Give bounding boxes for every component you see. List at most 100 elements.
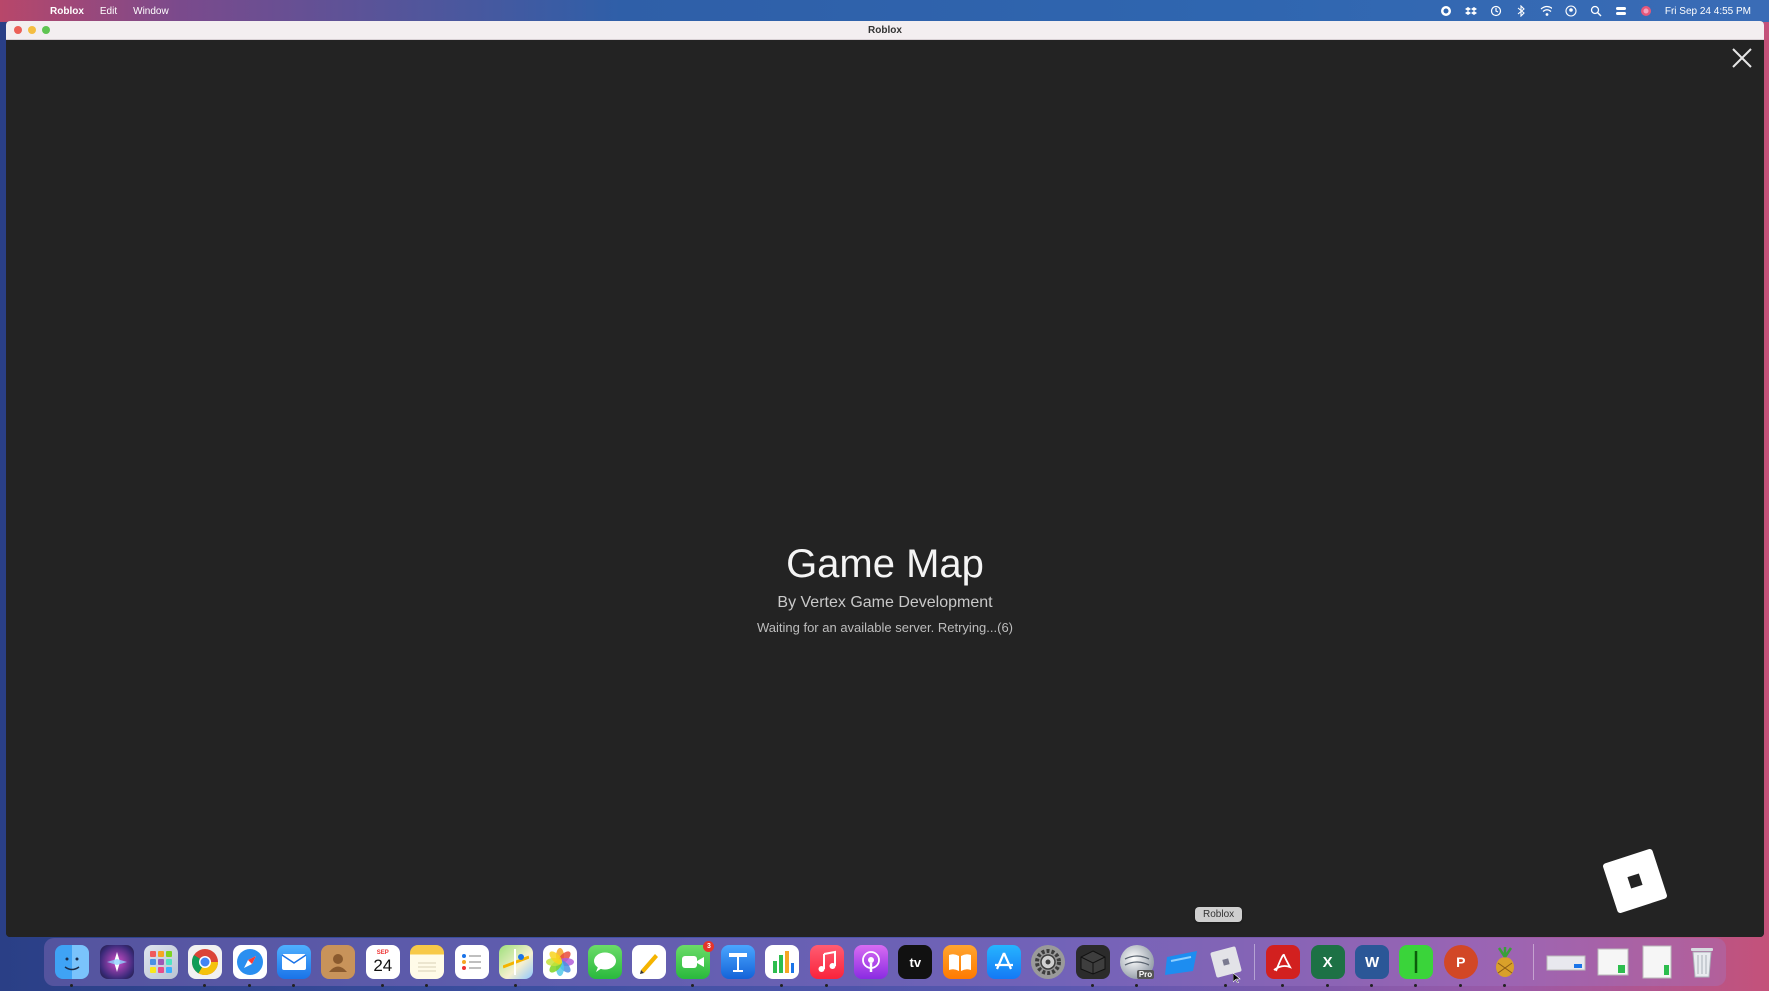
spotlight-search-icon[interactable] — [1590, 5, 1602, 17]
game-info: Game Map By Vertex Game Development Wait… — [6, 542, 1764, 635]
user-account-icon[interactable] — [1565, 5, 1577, 17]
window-minimize-button[interactable] — [28, 26, 36, 34]
pro-label: Pro — [1136, 970, 1155, 979]
time-machine-icon[interactable] — [1490, 5, 1502, 17]
dock-word[interactable]: W — [1355, 945, 1390, 987]
dock-tropical-app[interactable] — [1488, 945, 1522, 987]
music-note-icon — [818, 950, 836, 972]
roblox-logo-icon — [1599, 845, 1671, 917]
safari-icon — [236, 949, 263, 975]
acrobat-icon — [1273, 953, 1293, 972]
menu-bar-clock[interactable]: Fri Sep 24 4:55 PM — [1665, 6, 1751, 17]
dock-mail[interactable] — [277, 945, 312, 987]
contacts-icon — [329, 954, 348, 972]
dock-excel[interactable]: X — [1310, 945, 1345, 987]
powerpoint-icon: P — [1456, 954, 1466, 970]
cube-box-icon — [1080, 950, 1106, 975]
window-titlebar[interactable]: Roblox — [6, 21, 1764, 40]
podcasts-icon — [862, 951, 880, 972]
window-close-button[interactable] — [14, 26, 22, 34]
dock-music[interactable] — [809, 945, 844, 987]
roblox-studio-icon — [1164, 951, 1197, 975]
facetime-badge: 3 — [703, 941, 715, 952]
finder-icon — [64, 957, 80, 971]
dock-chrome[interactable] — [188, 945, 223, 987]
dock-script-editor[interactable] — [632, 945, 667, 979]
apple-tv-icon: tv — [909, 954, 922, 970]
control-center-icon[interactable] — [1615, 5, 1627, 17]
facetime-icon — [682, 956, 705, 968]
photos-icon — [546, 948, 575, 976]
document-thumbnail-icon — [1597, 948, 1629, 976]
dock-contacts[interactable] — [321, 945, 356, 979]
window-zoom-button[interactable] — [42, 26, 50, 34]
chrome-icon — [192, 949, 219, 976]
game-title: Game Map — [786, 542, 984, 586]
dock-messages[interactable] — [587, 945, 622, 979]
mouse-cursor-icon — [1233, 973, 1241, 983]
trash-icon — [1690, 948, 1713, 978]
roblox-window: Roblox Game Map By Vertex Game Developme… — [6, 21, 1764, 937]
dock-3d-printer-app[interactable] — [1075, 945, 1110, 987]
wifi-icon[interactable] — [1540, 5, 1552, 17]
books-icon — [948, 954, 971, 971]
dock-siri[interactable] — [99, 945, 134, 979]
dock-launchpad[interactable] — [143, 945, 178, 979]
pineapple-icon — [1496, 947, 1515, 977]
menu-bar: Roblox Edit Window Fri Sep 24 4:55 PM — [0, 0, 1769, 22]
window-thumbnail-icon — [1546, 955, 1586, 971]
siri-app-icon — [106, 952, 127, 972]
dock-podcasts[interactable] — [853, 945, 888, 979]
dock-tooltip: Roblox — [1195, 907, 1243, 922]
dock-acrobat[interactable] — [1266, 945, 1301, 987]
app-store-icon — [995, 952, 1014, 970]
dock-keynote[interactable] — [720, 945, 755, 979]
dock-powerpoint[interactable]: P — [1443, 945, 1478, 987]
pen-nib-icon — [1415, 951, 1418, 973]
dock-maps[interactable] — [498, 945, 533, 987]
game-author: By Vertex Game Development — [777, 594, 993, 611]
dropbox-icon[interactable] — [1464, 5, 1477, 17]
keynote-icon — [728, 953, 747, 972]
maps-icon — [502, 949, 529, 975]
dock-safari[interactable] — [232, 945, 267, 987]
dock-photos[interactable] — [543, 945, 578, 979]
reminders-icon — [461, 954, 481, 970]
notes-icon — [418, 962, 437, 972]
bluetooth-icon[interactable] — [1515, 5, 1527, 17]
dock-minimized-window-3[interactable] — [1640, 945, 1674, 979]
dock-apple-tv[interactable]: tv — [898, 945, 933, 979]
dock-calendar[interactable]: SEP 24 — [365, 945, 400, 987]
close-icon[interactable] — [1730, 46, 1754, 70]
dock-app-store[interactable] — [987, 945, 1022, 979]
menu-edit[interactable]: Edit — [100, 6, 117, 17]
siri-icon[interactable] — [1640, 5, 1652, 17]
document-thumbnail-icon — [1642, 945, 1672, 979]
dock-pro-app[interactable]: Pro — [1120, 945, 1155, 987]
dock: SEP 24 3 tv Pro X W P — [44, 938, 1726, 987]
excel-icon: X — [1322, 953, 1333, 971]
messages-icon — [593, 952, 616, 972]
window-title: Roblox — [868, 24, 902, 36]
dock-roblox-studio[interactable] — [1164, 945, 1199, 979]
numbers-icon — [773, 951, 795, 973]
dock-minimized-window-2[interactable] — [1596, 945, 1630, 979]
dock-trash[interactable] — [1685, 945, 1719, 979]
dock-notes[interactable] — [410, 945, 445, 987]
dock-books[interactable] — [942, 945, 977, 979]
dock-system-preferences[interactable] — [1031, 945, 1066, 979]
dock-reminders[interactable] — [454, 945, 489, 979]
connection-status: Waiting for an available server. Retryin… — [756, 620, 1013, 635]
record-icon[interactable] — [1440, 5, 1452, 17]
dock-green-app[interactable] — [1399, 945, 1434, 987]
menu-app-roblox[interactable]: Roblox — [50, 6, 84, 17]
menu-window[interactable]: Window — [133, 6, 169, 17]
mail-icon — [281, 954, 307, 970]
dock-minimized-window-1[interactable] — [1546, 945, 1586, 979]
dock-numbers[interactable] — [765, 945, 800, 987]
dock-finder[interactable] — [55, 945, 90, 987]
dock-separator — [1533, 944, 1535, 980]
dock-facetime[interactable]: 3 — [676, 941, 715, 987]
calendar-day: 24 — [373, 956, 393, 975]
dock-separator — [1254, 944, 1256, 980]
